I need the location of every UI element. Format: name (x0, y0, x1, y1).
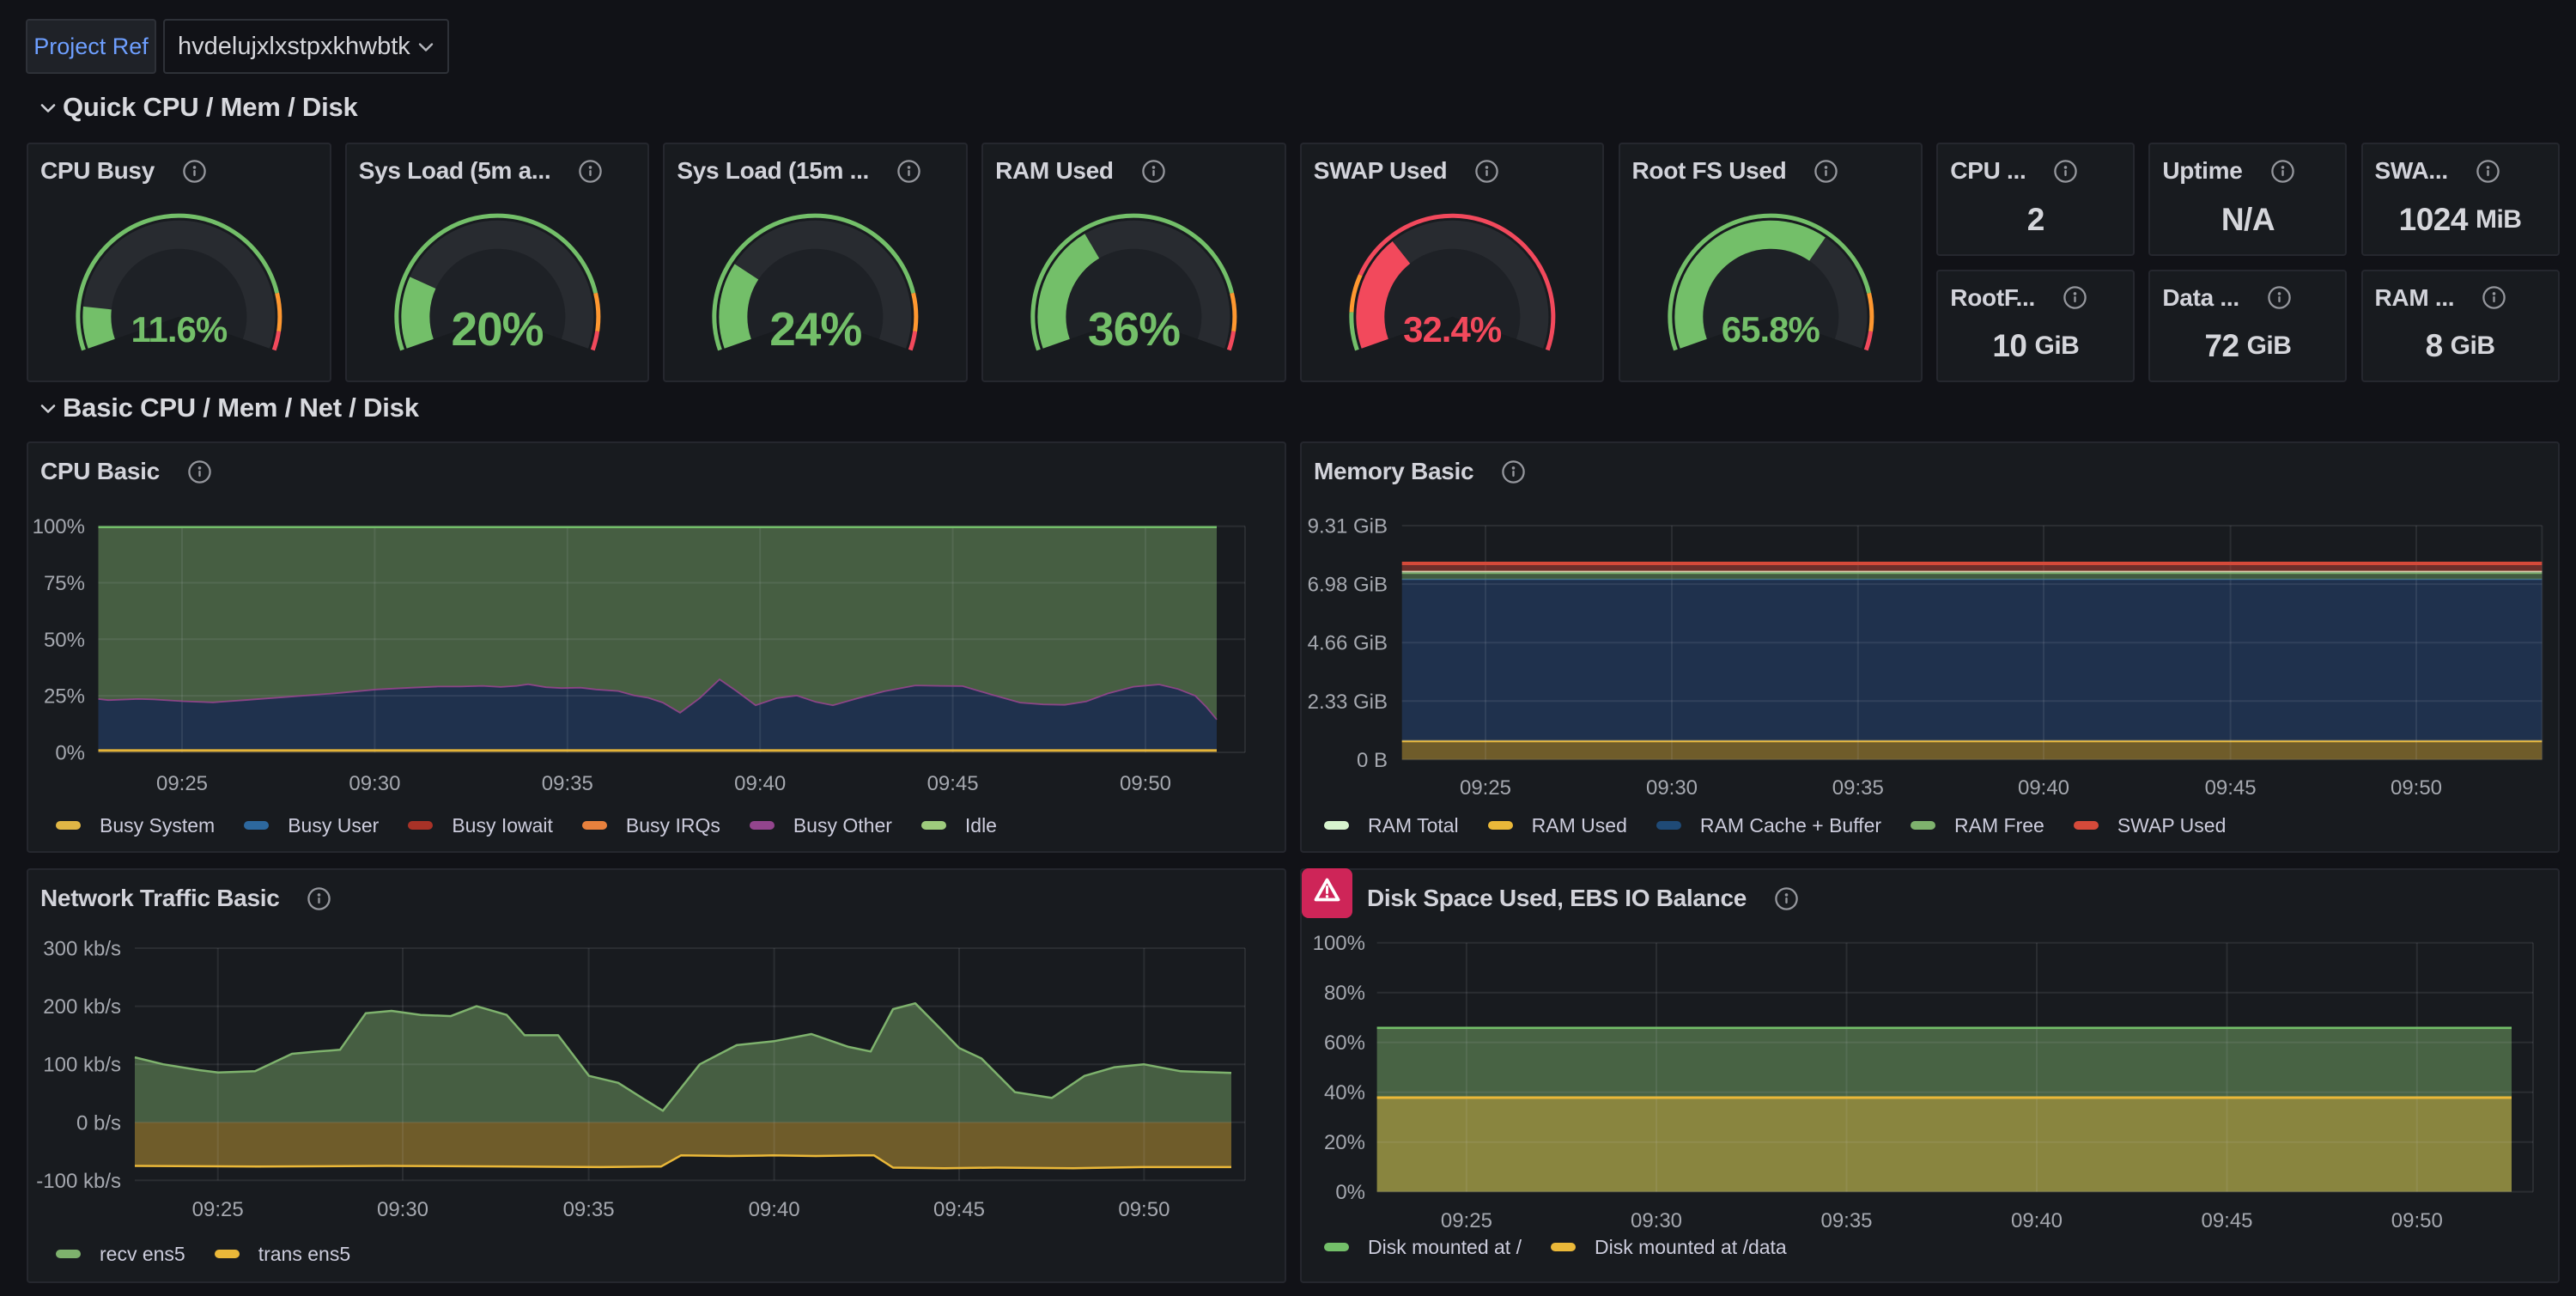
svg-text:80%: 80% (1324, 982, 1365, 1005)
svg-text:09:40: 09:40 (734, 772, 786, 795)
svg-text:09:45: 09:45 (2205, 776, 2257, 800)
svg-text:0%: 0% (1335, 1181, 1365, 1204)
svg-text:20%: 20% (1324, 1131, 1365, 1154)
svg-text:09:30: 09:30 (1631, 1209, 1682, 1232)
svg-text:0 B: 0 B (1357, 749, 1388, 772)
svg-text:09:25: 09:25 (192, 1198, 244, 1221)
svg-text:60%: 60% (1324, 1031, 1365, 1055)
svg-text:09:35: 09:35 (563, 1198, 615, 1221)
svg-text:100%: 100% (1313, 932, 1365, 955)
svg-text:100%: 100% (33, 515, 85, 538)
svg-text:100 kb/s: 100 kb/s (43, 1054, 121, 1077)
svg-text:2.33 GiB: 2.33 GiB (1308, 691, 1388, 714)
svg-text:09:40: 09:40 (2011, 1209, 2063, 1232)
svg-text:0%: 0% (55, 742, 85, 765)
svg-text:0 b/s: 0 b/s (76, 1111, 121, 1135)
svg-text:-100 kb/s: -100 kb/s (36, 1170, 121, 1193)
svg-text:4.66 GiB: 4.66 GiB (1308, 632, 1388, 655)
svg-text:09:30: 09:30 (377, 1198, 428, 1221)
svg-text:09:30: 09:30 (349, 772, 400, 795)
svg-text:75%: 75% (44, 572, 85, 595)
svg-text:09:50: 09:50 (1120, 772, 1171, 795)
svg-text:200 kb/s: 200 kb/s (43, 995, 121, 1019)
svg-text:9.31 GiB: 9.31 GiB (1308, 515, 1388, 538)
svg-text:09:35: 09:35 (1820, 1209, 1872, 1232)
svg-text:25%: 25% (44, 685, 85, 709)
svg-text:6.98 GiB: 6.98 GiB (1308, 574, 1388, 597)
svg-text:09:25: 09:25 (1441, 1209, 1492, 1232)
svg-text:09:45: 09:45 (927, 772, 979, 795)
svg-text:09:25: 09:25 (156, 772, 208, 795)
svg-text:09:50: 09:50 (2391, 776, 2442, 800)
svg-text:09:40: 09:40 (749, 1198, 800, 1221)
svg-text:09:25: 09:25 (1460, 776, 1511, 800)
svg-text:09:35: 09:35 (542, 772, 593, 795)
svg-text:300 kb/s: 300 kb/s (43, 938, 121, 961)
svg-text:09:45: 09:45 (933, 1198, 985, 1221)
svg-text:09:35: 09:35 (1832, 776, 1884, 800)
svg-text:09:30: 09:30 (1646, 776, 1698, 800)
svg-text:40%: 40% (1324, 1081, 1365, 1104)
svg-text:09:40: 09:40 (2018, 776, 2069, 800)
svg-text:50%: 50% (44, 629, 85, 652)
svg-text:09:50: 09:50 (2391, 1209, 2443, 1232)
svg-text:09:45: 09:45 (2201, 1209, 2252, 1232)
svg-text:09:50: 09:50 (1118, 1198, 1170, 1221)
